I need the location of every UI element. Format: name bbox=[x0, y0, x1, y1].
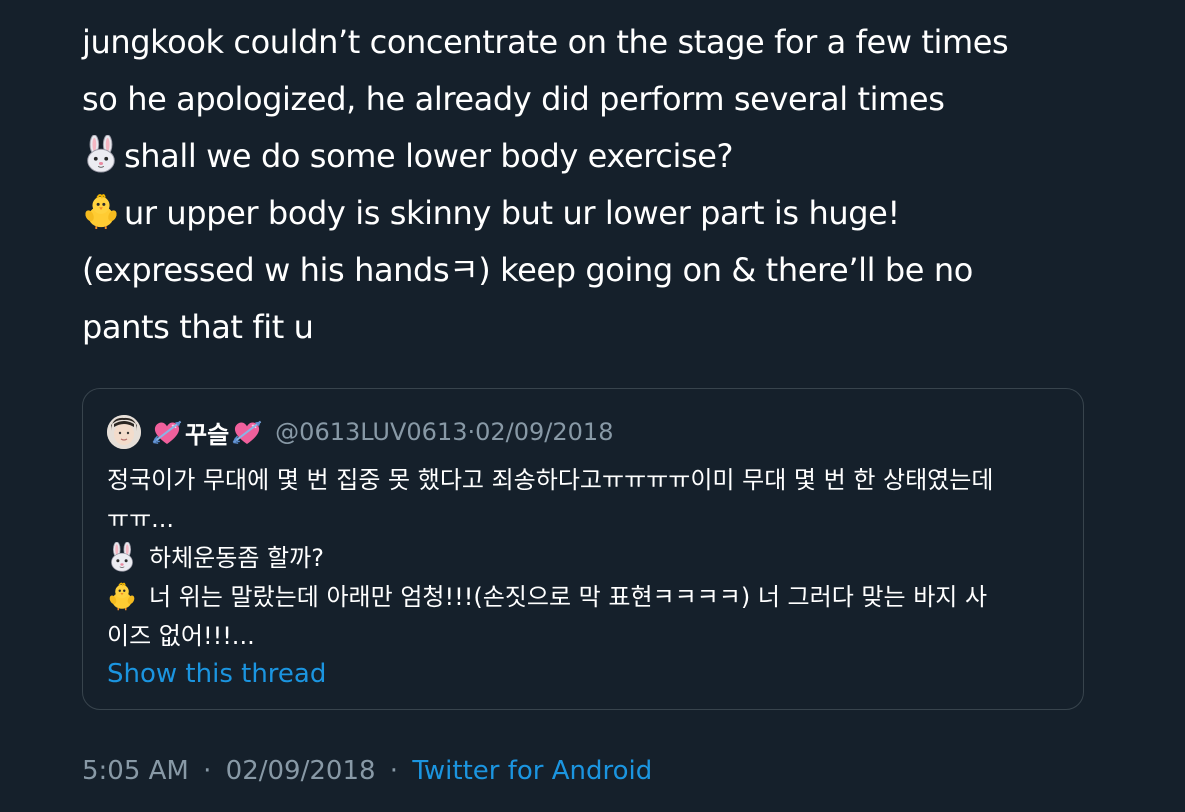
tweet-line: shall we do some lower body exercise? bbox=[82, 128, 1142, 185]
display-name: 꾸슬 bbox=[185, 420, 230, 449]
rabbit-face-icon bbox=[82, 135, 120, 173]
quoted-tweet-date[interactable]: 02/09/2018 bbox=[475, 418, 613, 446]
quote-line: 너 위는 말랐는데 아래만 엄청!!!(손짓으로 막 표현ㅋㅋㅋㅋ) 너 그러다… bbox=[107, 578, 1067, 617]
baby-chick-icon bbox=[107, 581, 137, 611]
quote-line: 이즈 없어!!!... bbox=[107, 622, 255, 650]
quote-line-text: 너 위는 말랐는데 아래만 엄청!!!(손짓으로 막 표현ㅋㅋㅋㅋ) 너 그러다… bbox=[149, 583, 988, 611]
tweet-line: pants that fit u bbox=[82, 308, 314, 346]
quote-line-text: 하체운동좀 할까? bbox=[149, 544, 324, 572]
quote-line: 정국이가 무대에 몇 번 집중 못 했다고 죄송하다고ㅠㅠㅠㅠ이미 무대 몇 번… bbox=[107, 466, 994, 494]
tweet-text: jungkook couldn’t concentrate on the sta… bbox=[82, 14, 1142, 356]
heart-with-arrow-icon bbox=[231, 418, 263, 446]
quoted-tweet-card[interactable]: 꾸슬 @0613LUV0613·02/09/2018 정국이가 무대에 몇 번 … bbox=[82, 388, 1084, 710]
client-link[interactable]: Twitter for Android bbox=[412, 756, 652, 786]
tweet-line-text: shall we do some lower body exercise? bbox=[124, 137, 734, 175]
tweet-line: so he apologized, he already did perform… bbox=[82, 80, 945, 118]
heart-with-arrow-icon bbox=[151, 418, 183, 446]
footer-separator: · bbox=[389, 756, 399, 786]
avatar[interactable] bbox=[107, 415, 141, 449]
quote-line: ㅠㅠ... bbox=[107, 505, 175, 533]
footer-separator: · bbox=[203, 756, 212, 786]
tweet-footer: 5:05 AM · 02/09/2018 · Twitter for Andro… bbox=[82, 756, 652, 786]
meta-separator: · bbox=[467, 418, 476, 446]
quoted-tweet-meta: @0613LUV0613·02/09/2018 bbox=[275, 418, 613, 446]
quoted-tweet-header: 꾸슬 @0613LUV0613·02/09/2018 bbox=[107, 415, 613, 449]
rabbit-face-icon bbox=[107, 542, 137, 572]
tweet-line: jungkook couldn’t concentrate on the sta… bbox=[82, 23, 1009, 61]
quoted-tweet-text: 정국이가 무대에 몇 번 집중 못 했다고 죄송하다고ㅠㅠㅠㅠ이미 무대 몇 번… bbox=[107, 461, 1067, 656]
tweet-time[interactable]: 5:05 AM bbox=[82, 756, 189, 786]
baby-chick-icon bbox=[82, 192, 120, 230]
avatar-image bbox=[107, 415, 141, 449]
handle[interactable]: @0613LUV0613 bbox=[275, 418, 467, 446]
tweet-line-text: ur upper body is skinny but ur lower par… bbox=[124, 194, 900, 232]
tweet-line: (expressed w his handsㅋ) keep going on &… bbox=[82, 251, 973, 289]
tweet-date[interactable]: 02/09/2018 bbox=[226, 756, 376, 786]
tweet-line: ur upper body is skinny but ur lower par… bbox=[82, 185, 1142, 242]
show-this-thread-link[interactable]: Show this thread bbox=[107, 659, 326, 689]
quote-line: 하체운동좀 할까? bbox=[107, 539, 1067, 578]
